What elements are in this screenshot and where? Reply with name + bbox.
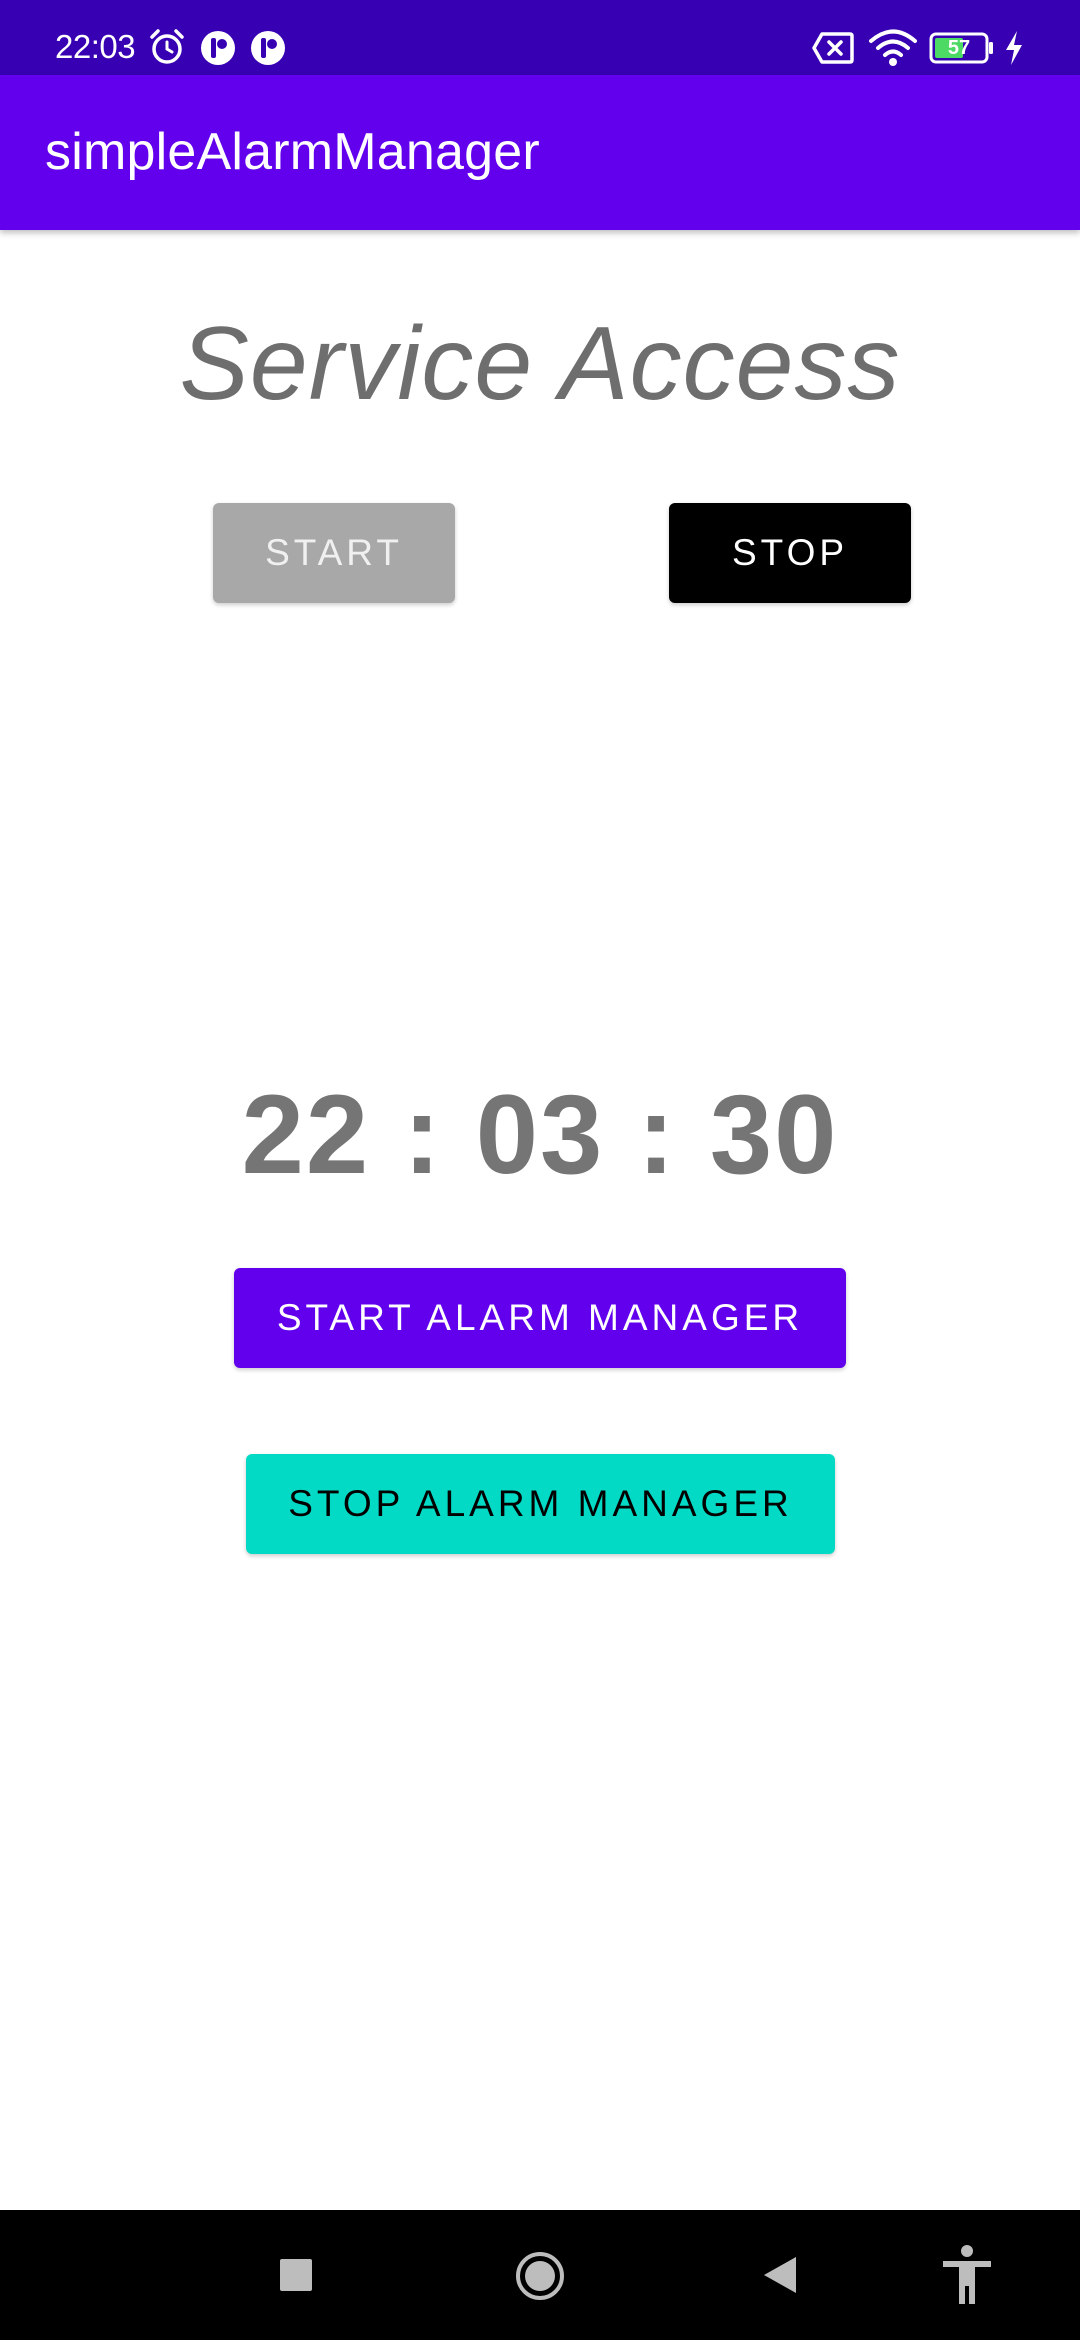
service-title: Service Access xyxy=(179,306,901,422)
clock-display: 22 : 03 : 30 xyxy=(241,1072,839,1197)
battery-icon: 57 xyxy=(929,32,995,64)
notification-app-icon xyxy=(251,31,285,65)
home-icon[interactable] xyxy=(514,2250,566,2302)
wifi-icon xyxy=(869,29,917,66)
alarm-icon xyxy=(150,29,184,64)
recents-icon[interactable] xyxy=(279,2258,313,2292)
accessibility-icon[interactable] xyxy=(940,2244,994,2306)
charging-icon xyxy=(1006,31,1022,65)
app-title: simpleAlarmManager xyxy=(45,123,540,181)
notification-app-icon xyxy=(201,31,235,65)
app-bar: simpleAlarmManager xyxy=(0,75,1080,230)
stop-button[interactable]: STOP xyxy=(669,503,911,603)
start-button[interactable]: START xyxy=(213,503,455,603)
status-bar: 22:03 57 xyxy=(0,0,1080,75)
start-alarm-manager-button[interactable]: START ALARM MANAGER xyxy=(234,1268,846,1368)
battery-level: 57 xyxy=(947,37,971,59)
back-icon[interactable] xyxy=(762,2255,798,2295)
navigation-bar xyxy=(0,2210,1080,2340)
stop-alarm-manager-button[interactable]: STOP ALARM MANAGER xyxy=(246,1454,835,1554)
sim-off-icon xyxy=(812,32,854,64)
status-time: 22:03 xyxy=(55,28,136,65)
